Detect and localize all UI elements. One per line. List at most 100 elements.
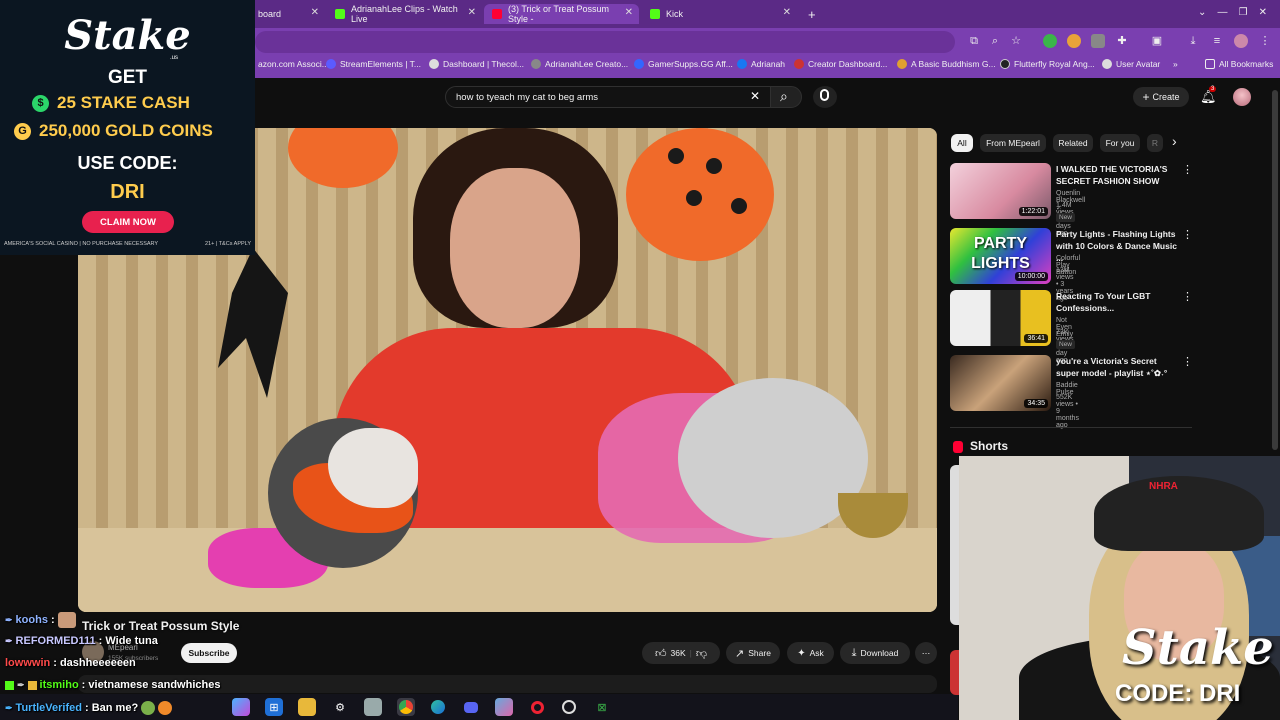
close-icon[interactable]: ✕ bbox=[625, 7, 633, 18]
sidepanel-icon[interactable]: ▣ bbox=[1150, 34, 1164, 48]
settings-icon[interactable]: ⚙ bbox=[331, 698, 349, 716]
more-icon: ⋯ bbox=[921, 647, 931, 658]
share-button[interactable]: ↗ Share bbox=[726, 642, 780, 664]
app-icon[interactable] bbox=[495, 698, 513, 716]
extension-icon[interactable] bbox=[1091, 34, 1105, 48]
divider bbox=[950, 427, 1192, 428]
obs-icon[interactable] bbox=[560, 698, 578, 716]
stake-watermark: Stake bbox=[1122, 620, 1274, 676]
video-thumbnail[interactable]: 36:41 bbox=[950, 290, 1051, 346]
bookmark-creator[interactable]: AdrianahLee Creato... bbox=[531, 59, 628, 69]
tab-kick-clips[interactable]: AdrianahLee Clips - Watch Live ✕ bbox=[327, 4, 482, 24]
chip-related[interactable]: Related bbox=[1053, 134, 1093, 152]
pinterest-icon bbox=[1000, 59, 1010, 69]
extension-icon[interactable] bbox=[1067, 34, 1081, 48]
voice-search-button[interactable] bbox=[813, 86, 837, 108]
download-icon[interactable]: ⤓ bbox=[1186, 34, 1200, 48]
copilot-icon[interactable] bbox=[232, 698, 250, 716]
chrome-icon[interactable] bbox=[397, 698, 415, 716]
chip-all[interactable]: All bbox=[951, 134, 973, 152]
close-icon[interactable]: ✕ bbox=[783, 7, 791, 18]
globe-icon bbox=[429, 59, 439, 69]
chat-message: ✒ itsmiho : vietnamese sandwhiches bbox=[5, 679, 220, 691]
create-button[interactable]: + Create bbox=[1133, 87, 1189, 107]
avatar[interactable] bbox=[1233, 88, 1251, 106]
close-icon[interactable]: ✕ bbox=[311, 7, 319, 18]
menu-icon[interactable]: ⋮ bbox=[1258, 34, 1272, 48]
profile-icon[interactable] bbox=[1234, 34, 1248, 48]
file-explorer-icon[interactable] bbox=[298, 698, 316, 716]
tab-dashboard[interactable]: board ✕ bbox=[250, 4, 325, 24]
clear-search-icon[interactable]: ✕ bbox=[750, 89, 760, 103]
chevron-right-icon[interactable]: › bbox=[1172, 133, 1177, 149]
dislike-icon[interactable]: 👎︎ bbox=[696, 647, 707, 660]
bookmark-amazon[interactable]: azon.com Associ... bbox=[258, 59, 329, 69]
xbox-icon[interactable]: ⊠ bbox=[593, 698, 611, 716]
bookmark-user-avatar[interactable]: User Avatar bbox=[1102, 59, 1160, 69]
zoom-icon[interactable]: ⌕ bbox=[988, 34, 1002, 48]
chat-badge-icon: ✒ bbox=[17, 679, 25, 690]
gift-badge-icon bbox=[27, 680, 37, 690]
video-thumbnail[interactable]: 1:22:01 bbox=[950, 163, 1051, 219]
like-count[interactable]: 36K bbox=[670, 648, 685, 658]
bookmarks-overflow[interactable]: » bbox=[1173, 59, 1178, 69]
opera-icon[interactable] bbox=[528, 698, 546, 716]
bookmark-streamelements[interactable]: StreamElements | T... bbox=[326, 59, 421, 69]
close-icon[interactable]: ✕ bbox=[468, 7, 476, 18]
bookmark-flutterfly[interactable]: Flutterfly Royal Ang... bbox=[1000, 59, 1095, 69]
windows-icon[interactable]: ⊞ bbox=[265, 698, 283, 716]
install-icon[interactable]: ⧉ bbox=[967, 34, 981, 48]
kebab-icon[interactable]: ⋮ bbox=[1182, 290, 1193, 303]
tab-label: board bbox=[258, 9, 282, 19]
duration: 10:00:00 bbox=[1014, 272, 1048, 281]
app-icon[interactable] bbox=[364, 698, 382, 716]
paw-print bbox=[731, 198, 747, 214]
chip-for-you[interactable]: For you bbox=[1100, 134, 1140, 152]
stake-ad-banner[interactable]: Stake .us GET $ 25 STAKE CASH G 250,000 … bbox=[0, 0, 255, 255]
sparkle-icon: ✦ bbox=[797, 647, 806, 659]
search-input[interactable]: how to tyeach my cat to beg arms bbox=[445, 86, 771, 108]
chip-more[interactable]: R bbox=[1147, 134, 1163, 152]
subscribe-button[interactable]: Subscribe bbox=[181, 643, 237, 663]
grammarly-icon[interactable] bbox=[1043, 34, 1057, 48]
bookmark-creator-dashboard[interactable]: Creator Dashboard... bbox=[794, 59, 887, 69]
bookmark-gamersupps[interactable]: GamerSupps.GG Aff... bbox=[634, 59, 733, 69]
ask-button[interactable]: ✦ Ask bbox=[787, 642, 834, 664]
scrollbar[interactable] bbox=[1272, 90, 1278, 450]
chat-badge-icon: ✒ bbox=[5, 614, 13, 625]
download-button[interactable]: ⤓ Download bbox=[840, 642, 910, 664]
recommendation-title[interactable]: you're a Victoria's Secret super model -… bbox=[1056, 355, 1182, 379]
chip-from-mepearl[interactable]: From MEpearl bbox=[980, 134, 1046, 152]
kebab-icon[interactable]: ⋮ bbox=[1182, 163, 1193, 176]
paw-print bbox=[668, 148, 684, 164]
gamersupps-icon bbox=[634, 59, 644, 69]
duration: 1:22:01 bbox=[1018, 207, 1048, 216]
all-bookmarks[interactable]: All Bookmarks bbox=[1205, 59, 1273, 69]
tab-kick[interactable]: Kick ✕ bbox=[642, 4, 797, 24]
kebab-icon[interactable]: ⋮ bbox=[1182, 228, 1193, 241]
video-thumbnail[interactable]: PARTY LIGHTS 10:00:00 bbox=[950, 228, 1051, 284]
streamelements-icon bbox=[326, 59, 336, 69]
bookmark-buddhism[interactable]: A Basic Buddhism G... bbox=[897, 59, 996, 69]
recommendation-title[interactable]: Reacting To Your LGBT Confessions... bbox=[1056, 290, 1182, 314]
media-icon[interactable]: ≡ bbox=[1210, 34, 1224, 48]
kebab-icon[interactable]: ⋮ bbox=[1182, 355, 1193, 368]
like-icon[interactable]: 👍︎ bbox=[655, 647, 667, 660]
new-tab-button[interactable]: + bbox=[800, 4, 820, 24]
window-controls[interactable]: ⌄ — ❐ ✕ bbox=[1198, 7, 1267, 18]
bookmark-dashboard[interactable]: Dashboard | Thecol... bbox=[429, 59, 524, 69]
cap-logo: NHRA bbox=[1149, 481, 1178, 492]
edge-icon[interactable] bbox=[429, 698, 447, 716]
claim-now-button[interactable]: CLAIM NOW bbox=[82, 211, 174, 233]
video-thumbnail[interactable]: 34:35 bbox=[950, 355, 1051, 411]
search-button[interactable]: ⌕ bbox=[770, 86, 802, 108]
star-icon[interactable]: ☆ bbox=[1009, 34, 1023, 48]
bookmark-facebook[interactable]: Adrianah bbox=[737, 59, 785, 69]
gold-coin-icon: G bbox=[14, 122, 31, 140]
puzzle-icon[interactable]: ✚ bbox=[1115, 34, 1129, 48]
more-actions-button[interactable]: ⋯ bbox=[915, 642, 937, 664]
discord-icon[interactable] bbox=[462, 698, 480, 716]
recommendation-title[interactable]: I WALKED THE VICTORIA'S SECRET FASHION S… bbox=[1056, 163, 1182, 187]
tab-youtube-video[interactable]: (3) Trick or Treat Possum Style - ✕ bbox=[484, 4, 639, 24]
address-bar[interactable] bbox=[255, 31, 955, 53]
